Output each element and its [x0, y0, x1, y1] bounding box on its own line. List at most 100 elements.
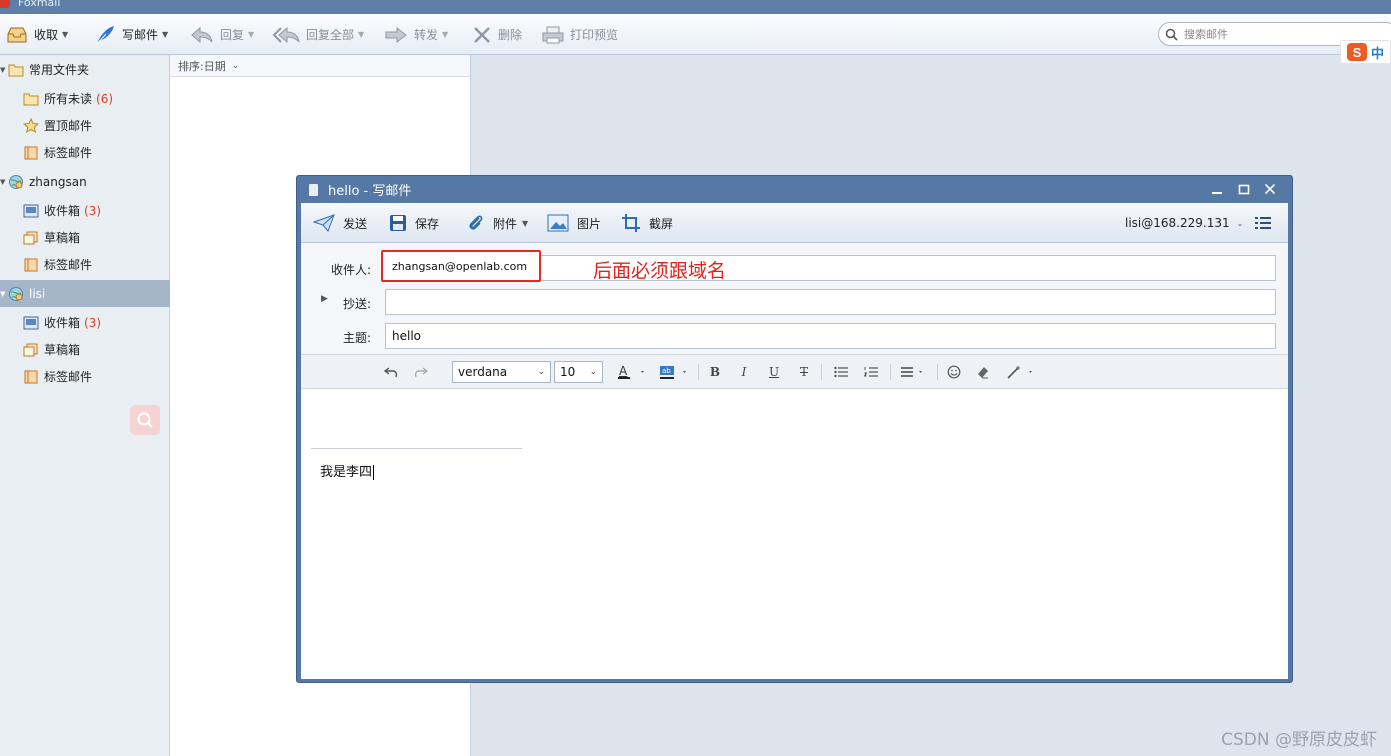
cc-field[interactable] [385, 289, 1276, 315]
globe-account-icon [9, 286, 23, 301]
to-recipient-highlight[interactable]: zhangsan@openlab.com [381, 250, 541, 282]
sidebar-item-lisi-drafts[interactable]: 草稿箱 [0, 336, 170, 363]
sidebar-item-pinned[interactable]: 置顶邮件 [0, 112, 170, 139]
screenshot-button[interactable]: 截屏 [621, 203, 673, 243]
main-toolbar: 收取 ▼ 写邮件 ▼ 回复 ▼ 回复全部 ▼ 转发 ▼ 删除 打印预览 [0, 14, 1391, 55]
align-button[interactable] [897, 355, 931, 389]
tag-folder-icon [24, 370, 38, 383]
format-toolbar: verdana ⌄ 10 ⌄ A ab B I U T [301, 355, 1288, 389]
app-title-bar: Foxmail [0, 0, 1391, 14]
emoji-button[interactable] [943, 355, 965, 389]
paperclip-icon [469, 215, 483, 230]
svg-text:ab: ab [662, 367, 671, 375]
italic-button[interactable]: I [734, 355, 754, 389]
insert-image-button[interactable]: 图片 [547, 203, 601, 243]
collapse-triangle-icon[interactable]: ▼ [0, 290, 8, 298]
maximize-icon [1238, 184, 1250, 195]
strikethrough-button[interactable]: T [794, 355, 814, 389]
sidebar-account-zhangsan[interactable]: ▼ zhangsan [0, 168, 170, 195]
sort-selector[interactable]: 排序:日期 ⌄ [170, 55, 470, 77]
eraser-icon [978, 367, 988, 379]
magic-wand-button[interactable] [1003, 355, 1039, 389]
search-icon [137, 412, 153, 428]
chevron-down-icon: ⌄ [537, 367, 545, 377]
sidebar-item-zhangsan-inbox[interactable]: 收件箱 (3) [0, 197, 170, 224]
font-size-select[interactable]: 10 ⌄ [554, 361, 603, 383]
paper-plane-icon [313, 214, 335, 232]
delete-button[interactable]: 删除 [472, 14, 522, 55]
sidebar-group-common[interactable]: ▼ 常用文件夹 [0, 56, 170, 83]
receive-button[interactable]: 收取 ▼ [6, 14, 68, 55]
compose-button[interactable]: 写邮件 ▼ [94, 14, 168, 55]
underline-button[interactable]: U [764, 355, 784, 389]
sidebar-item-zhangsan-tagged[interactable]: 标签邮件 [0, 251, 170, 278]
send-button[interactable]: 发送 [313, 203, 367, 243]
compose-title-bar[interactable]: hello - 写邮件 [297, 176, 1292, 203]
floppy-save-icon [390, 215, 406, 231]
sidebar-account-lisi[interactable]: ▼ lisi [0, 280, 170, 307]
tag-folder-icon [24, 146, 38, 159]
ime-indicator[interactable]: S 中 [1340, 40, 1391, 64]
close-button[interactable] [1260, 180, 1280, 198]
compose-header-fields: 收件人: zhangsan@openlab.com 后面必须跟域名 ▶ 抄送: … [301, 243, 1288, 355]
reply-button[interactable]: 回复 ▼ [190, 14, 254, 55]
font-color-icon: A [618, 364, 644, 379]
subject-label: 主题: [342, 331, 371, 345]
ime-mode-label: 中 [1370, 46, 1384, 62]
redo-button[interactable] [411, 355, 431, 389]
image-icon [547, 214, 569, 232]
compose-window: hello - 写邮件 发送 保存 附件 ▼ 图片 截屏 lisi@168.22… [296, 175, 1293, 683]
search-input[interactable] [1184, 27, 1334, 41]
sender-account-selector[interactable]: lisi@168.229.131 ⌄ [1125, 203, 1243, 243]
feather-pen-icon [96, 25, 114, 44]
sidebar-item-tagged[interactable]: 标签邮件 [0, 139, 170, 166]
compose-title: hello - 写邮件 [328, 184, 412, 199]
document-icon [309, 183, 318, 196]
numbered-list-icon [864, 367, 878, 377]
reply-all-icon [272, 26, 300, 43]
list-menu-icon[interactable] [1255, 216, 1271, 230]
forward-button[interactable]: 转发 ▼ [384, 14, 448, 55]
bullet-list-button[interactable] [830, 355, 852, 389]
close-icon [1264, 183, 1276, 195]
chevron-down-icon: ▼ [162, 30, 169, 39]
numbered-list-button[interactable] [860, 355, 882, 389]
star-icon [23, 118, 39, 133]
message-body-editor[interactable]: 我是李四 [301, 389, 1288, 679]
attach-button[interactable]: 附件 ▼ [467, 203, 528, 243]
crop-screenshot-icon [622, 214, 640, 232]
annotation-note: 后面必须跟域名 [593, 260, 727, 282]
sidebar-item-lisi-tagged[interactable]: 标签邮件 [0, 363, 170, 390]
delete-x-icon [474, 26, 490, 43]
maximize-button[interactable] [1234, 180, 1254, 198]
text-caret [373, 465, 375, 480]
unread-count: (3) [84, 315, 102, 330]
highlight-icon: ab [660, 366, 686, 379]
floating-search-button[interactable] [130, 405, 160, 435]
minimize-icon [1212, 192, 1222, 194]
collapse-triangle-icon[interactable]: ▼ [0, 178, 8, 186]
bold-button[interactable]: B [705, 355, 725, 389]
align-icon [901, 367, 922, 377]
print-preview-button[interactable]: 打印预览 [542, 14, 618, 55]
font-color-button[interactable]: A [614, 355, 650, 389]
chevron-down-icon: ▼ [358, 30, 365, 39]
sidebar-item-lisi-inbox[interactable]: 收件箱 (3) [0, 309, 170, 336]
globe-account-icon [9, 174, 23, 189]
message-body-text[interactable]: 我是李四 [320, 461, 375, 480]
subject-field[interactable]: hello [385, 323, 1276, 349]
sidebar-item-all-unread[interactable]: 所有未读 (6) [0, 85, 170, 112]
font-family-select[interactable]: verdana ⌄ [452, 361, 551, 383]
foxmail-logo-icon [0, 0, 10, 8]
svg-text:A: A [619, 364, 628, 378]
chevron-down-icon: ▼ [522, 218, 529, 228]
to-recipient: zhangsan@openlab.com [392, 259, 528, 273]
sidebar-item-zhangsan-drafts[interactable]: 草稿箱 [0, 224, 170, 251]
clear-format-button[interactable] [972, 355, 994, 389]
highlight-color-button[interactable]: ab [656, 355, 692, 389]
collapse-triangle-icon[interactable]: ▼ [0, 66, 8, 74]
undo-button[interactable] [381, 355, 401, 389]
reply-all-button[interactable]: 回复全部 ▼ [272, 14, 364, 55]
save-button[interactable]: 保存 [389, 203, 439, 243]
minimize-button[interactable] [1207, 180, 1227, 198]
